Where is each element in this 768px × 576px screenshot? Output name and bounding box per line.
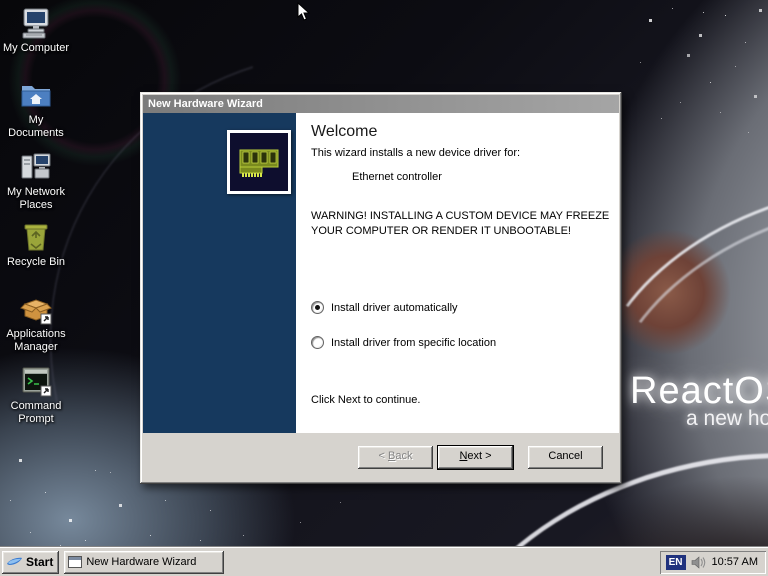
volume-icon[interactable] bbox=[691, 556, 706, 569]
wallpaper-tagline-text: a new hope bbox=[686, 407, 768, 431]
my-computer-icon bbox=[19, 6, 53, 40]
desktop-icon-label: Applications Manager bbox=[2, 328, 70, 354]
recycle-bin-icon bbox=[19, 220, 53, 254]
applications-manager-icon bbox=[19, 292, 53, 326]
mouse-cursor-icon bbox=[297, 2, 311, 22]
desktop-icon-applications-manager[interactable]: Applications Manager bbox=[2, 292, 70, 354]
radio-button-icon[interactable] bbox=[311, 301, 324, 314]
start-label: Start bbox=[26, 555, 53, 569]
window-task-icon bbox=[68, 556, 82, 568]
hardware-image-frame bbox=[227, 130, 291, 194]
ram-module-icon bbox=[236, 142, 282, 182]
wizard-body: Welcome This wizard installs a new devic… bbox=[143, 113, 619, 433]
next-button[interactable]: Next > bbox=[437, 445, 514, 470]
wizard-hint-text: Click Next to continue. bbox=[311, 394, 420, 406]
my-network-places-icon bbox=[19, 150, 53, 184]
desktop-icon-command-prompt[interactable]: Command Prompt bbox=[2, 364, 70, 426]
keyboard-layout-indicator[interactable]: EN bbox=[666, 555, 686, 570]
wizard-intro-text: This wizard installs a new device driver… bbox=[311, 147, 520, 159]
desktop-icon-label: My Computer bbox=[2, 42, 70, 55]
window-titlebar[interactable]: New Hardware Wizard bbox=[143, 95, 619, 113]
button-text: ack bbox=[395, 450, 412, 462]
desktop-icon-label: My Documents bbox=[2, 114, 70, 140]
task-button-new-hardware-wizard[interactable]: New Hardware Wizard bbox=[64, 551, 224, 574]
new-hardware-wizard-window: New Hardware Wizard bbox=[140, 92, 622, 484]
desktop-icon-my-computer[interactable]: My Computer bbox=[2, 6, 70, 55]
radio-button-icon[interactable] bbox=[311, 336, 324, 349]
wizard-heading: Welcome bbox=[311, 123, 377, 141]
desktop: ReactOS a new hope My Computer My Docume… bbox=[0, 0, 768, 576]
taskbar-clock[interactable]: 10:57 AM bbox=[712, 556, 758, 568]
button-text: Cancel bbox=[548, 450, 582, 462]
start-logo-icon bbox=[6, 555, 23, 570]
starfield bbox=[0, 0, 1, 1]
warning-text: WARNING! INSTALLING A CUSTOM DEVICE MAY … bbox=[311, 209, 611, 239]
start-button[interactable]: Start bbox=[2, 551, 59, 574]
radio-label: Install driver from specific location bbox=[331, 337, 496, 349]
desktop-icon-recycle-bin[interactable]: Recycle Bin bbox=[2, 220, 70, 269]
desktop-icon-label: Command Prompt bbox=[2, 400, 70, 426]
device-name-text: Ethernet controller bbox=[352, 171, 442, 183]
desktop-icon-label: Recycle Bin bbox=[2, 256, 70, 269]
radio-label: Install driver automatically bbox=[331, 302, 458, 314]
desktop-icon-my-documents[interactable]: My Documents bbox=[2, 78, 70, 140]
taskbar: Start New Hardware Wizard EN 10:57 AM bbox=[0, 547, 768, 576]
radio-install-automatically[interactable]: Install driver automatically bbox=[311, 301, 458, 314]
back-button[interactable]: < Back bbox=[358, 446, 433, 469]
cancel-button[interactable]: Cancel bbox=[528, 446, 603, 469]
button-text: ext > bbox=[467, 450, 491, 462]
window-title: New Hardware Wizard bbox=[148, 98, 263, 110]
radio-install-specific-location[interactable]: Install driver from specific location bbox=[311, 336, 496, 349]
desktop-icon-label: My Network Places bbox=[2, 186, 70, 212]
wizard-side-panel bbox=[143, 113, 296, 433]
wizard-footer: < Back Next > Cancel bbox=[143, 433, 619, 481]
system-tray: EN 10:57 AM bbox=[660, 551, 766, 574]
desktop-icon-my-network-places[interactable]: My Network Places bbox=[2, 150, 70, 212]
task-button-label: New Hardware Wizard bbox=[86, 556, 196, 568]
wizard-content: Welcome This wizard installs a new devic… bbox=[296, 113, 619, 433]
command-prompt-icon bbox=[19, 364, 53, 398]
my-documents-icon bbox=[19, 78, 53, 112]
button-text: < bbox=[379, 450, 388, 462]
